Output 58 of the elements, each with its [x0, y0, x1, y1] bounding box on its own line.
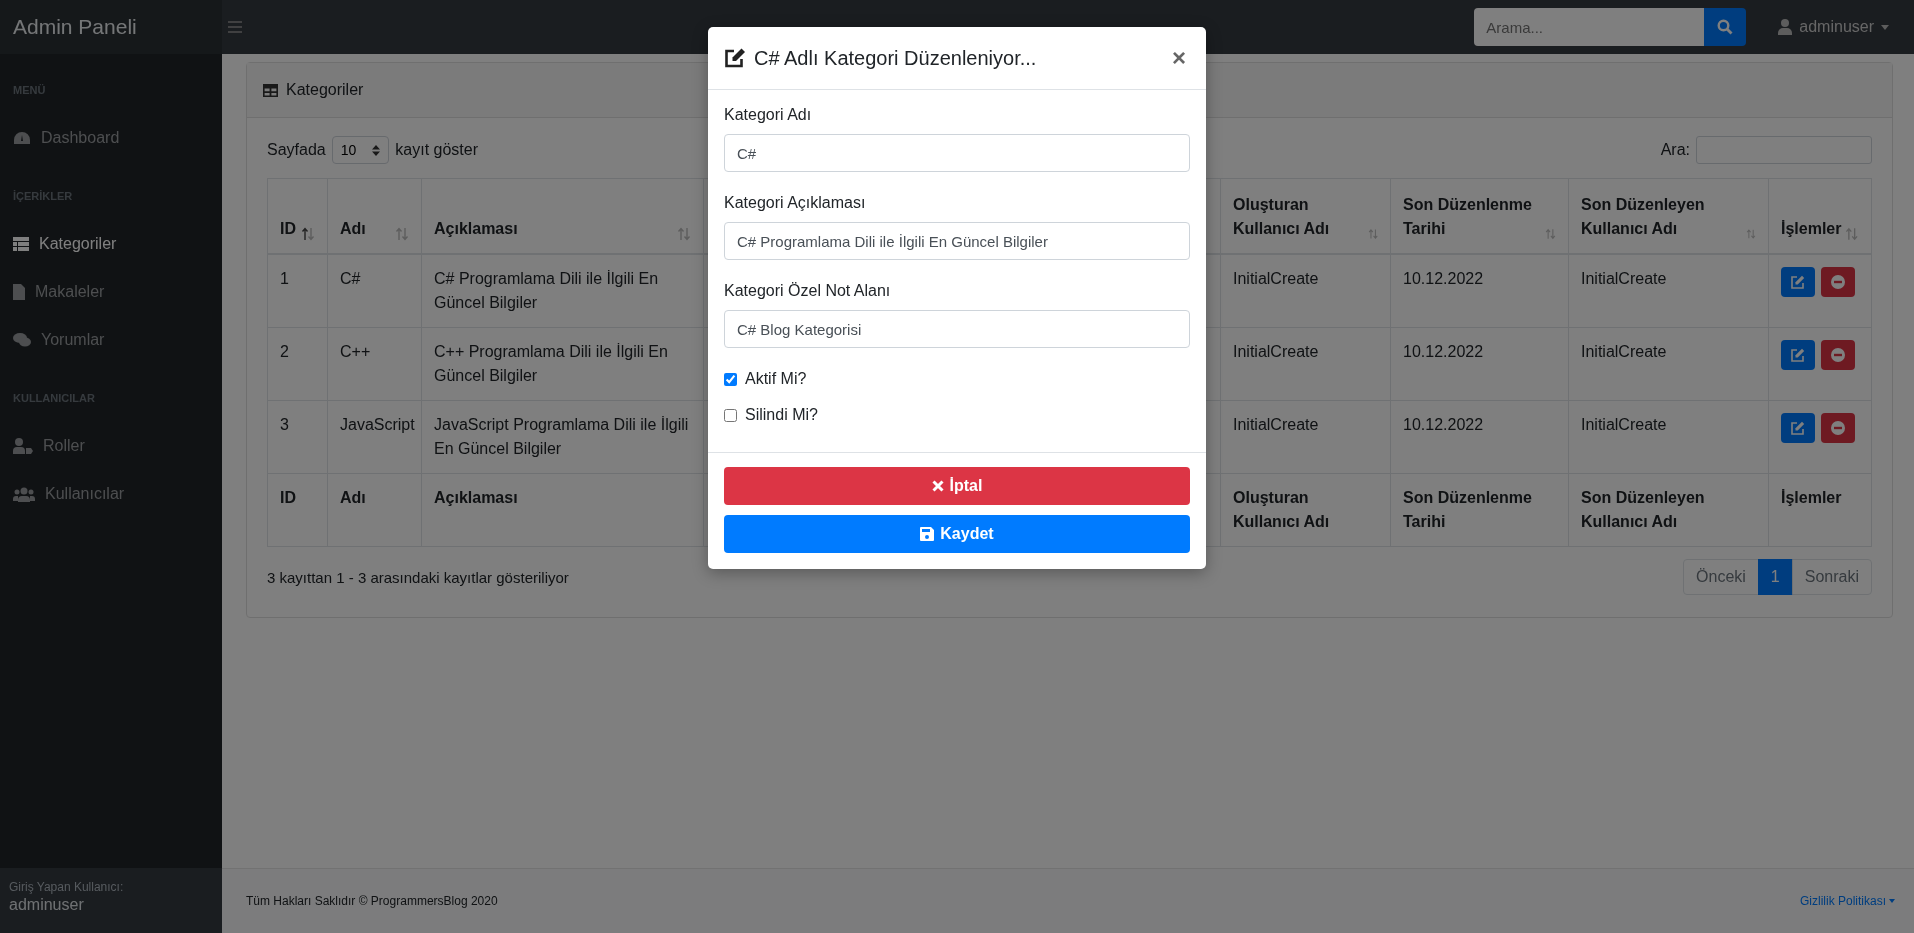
input-field[interactable]: C# — [724, 134, 1190, 172]
save-button[interactable]: Kaydet — [724, 515, 1190, 553]
input-field[interactable]: C# Programlama Dili ile İlgili En Güncel Bilgiler — [724, 222, 1190, 260]
page-size-select[interactable]: 10 — [331, 136, 390, 164]
card-title: Kategoriler — [286, 81, 364, 99]
column-footer: Açıklaması — [434, 489, 518, 506]
table-cell: C++ — [340, 343, 371, 360]
logged-in-user: adminuser — [9, 896, 85, 914]
filter-label: Ara: — [1660, 141, 1690, 159]
page-size-label: kayıt göster — [395, 141, 478, 159]
checkbox-label: Silindi Mi? — [745, 406, 818, 424]
table-cell: InitialCreate — [1233, 416, 1319, 433]
page-button[interactable]: 1 — [1757, 559, 1793, 595]
table-cell: 10.12.2022 — [1403, 416, 1484, 433]
table-cell: InitialCreate — [1581, 270, 1667, 287]
copyright-text: Tüm Hakları Saklıdır © ProgrammersBlog 2020 — [246, 894, 498, 908]
table-cell: JavaScript — [340, 416, 415, 433]
table-cell: 3 — [280, 416, 289, 433]
column-footer: Adı — [340, 489, 366, 506]
table-info: 3 kayıttan 1 - 3 arasındaki kayıtlar gösteriliyor — [267, 568, 569, 586]
table-cell: InitialCreate — [1581, 416, 1667, 433]
page-button[interactable]: Sonraki — [1791, 559, 1872, 595]
table-cell: 2 — [280, 343, 289, 360]
column-footer: Oluşturan Kullanıcı Adı — [1233, 489, 1330, 530]
field-label: Kategori Adı — [724, 106, 813, 124]
close-button[interactable]: × — [1168, 44, 1190, 72]
table-cell: 10.12.2022 — [1403, 270, 1484, 287]
page-size-label: Sayfada — [267, 141, 326, 159]
brand-title[interactable]: Admin Paneli — [0, 0, 222, 54]
column-header[interactable]: Açıklaması — [434, 217, 518, 241]
column-footer: İşlemler — [1781, 489, 1842, 506]
table-cell: InitialCreate — [1581, 343, 1667, 360]
logged-in-caption: Giriş Yapan Kullanıcı: — [9, 880, 125, 894]
field-label: Kategori Açıklaması — [724, 194, 867, 212]
search-field[interactable]: Arama... — [1474, 8, 1705, 46]
column-header[interactable]: Adı — [340, 217, 366, 241]
table-cell: JavaScript Programlama Dili ile İlgili En Güncel Bilgiler — [434, 416, 689, 457]
column-footer: Son Düzenleyen Kullanıcı Adı — [1581, 489, 1705, 530]
input-field[interactable]: C# Blog Kategorisi — [724, 310, 1190, 348]
table-cell: InitialCreate — [1233, 270, 1319, 287]
table-cell: 1 — [280, 270, 289, 287]
table-cell: InitialCreate — [1233, 343, 1319, 360]
table-cell: C# — [340, 270, 361, 287]
table-cell: C++ Programlama Dili ile İlgili En Güncel Bilgiler — [434, 343, 668, 384]
column-header[interactable]: İşlemler — [1781, 217, 1842, 241]
column-footer: Son Düzenlenme Tarihi — [1403, 489, 1532, 530]
field-label: Kategori Özel Not Alanı — [724, 282, 892, 300]
user-menu[interactable]: adminuser — [1772, 17, 1895, 37]
page-button[interactable]: Önceki — [1683, 559, 1759, 595]
checkbox-label: Aktif Mi? — [745, 370, 807, 388]
cancel-button[interactable]: İptal — [724, 467, 1190, 505]
column-header[interactable]: ID — [280, 217, 296, 241]
table-cell: 10.12.2022 — [1403, 343, 1484, 360]
privacy-link[interactable]: Gizlilik Politikası — [1800, 894, 1895, 908]
column-footer: ID — [280, 489, 296, 506]
sidebar-item[interactable]: Kategoriler — [0, 220, 222, 268]
table-cell: C# Programlama Dili ile İlgili En Güncel Bilgiler — [434, 270, 659, 311]
dialog-title: C# Adlı Kategori Düzenleniyor... — [754, 46, 1037, 70]
